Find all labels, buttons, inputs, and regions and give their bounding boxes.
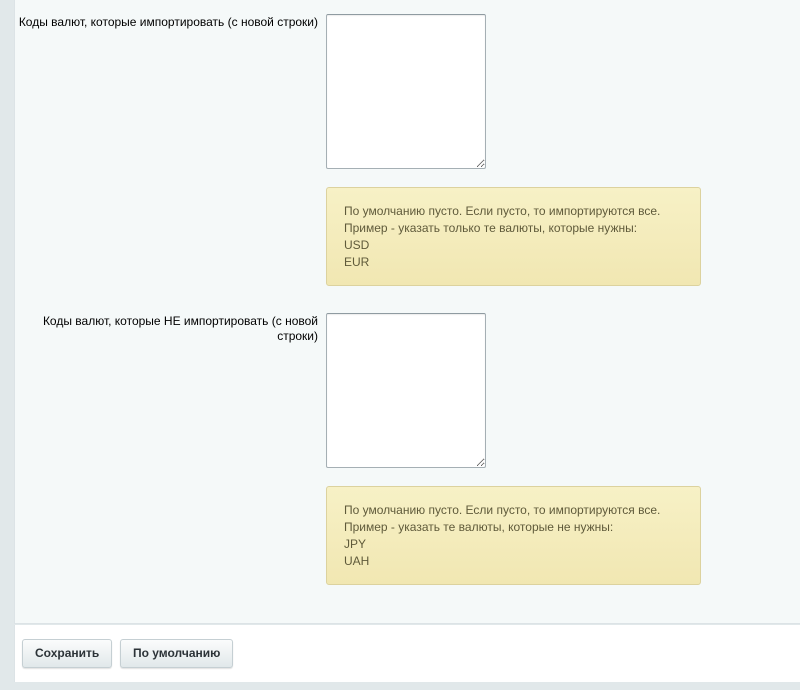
hint-line: Пример - указать те валюты, которые не н… [344, 520, 614, 534]
hint-line: Пример - указать только те валюты, котор… [344, 221, 638, 235]
save-button[interactable]: Сохранить [22, 639, 113, 668]
exclude-codes-label: Коды валют, которые НЕ импортировать (с … [42, 314, 318, 343]
hint-line: UAH [344, 554, 370, 568]
import-codes-label: Коды валют, которые импортировать (с нов… [18, 15, 318, 29]
form-footer: Сохранить По умолчанию [14, 625, 800, 682]
hint-line: По умолчанию пусто. Если пусто, то импор… [344, 503, 661, 517]
hint-line: JPY [344, 537, 367, 551]
hint-line: По умолчанию пусто. Если пусто, то импор… [344, 204, 661, 218]
hint-line: USD [344, 238, 370, 252]
exclude-codes-hint: По умолчанию пусто. Если пусто, то импор… [326, 486, 701, 585]
exclude-codes-textarea[interactable] [326, 313, 486, 468]
default-button[interactable]: По умолчанию [120, 639, 234, 668]
import-codes-hint: По умолчанию пусто. Если пусто, то импор… [326, 187, 701, 286]
hint-line: EUR [344, 255, 370, 269]
import-codes-textarea[interactable] [326, 14, 486, 169]
